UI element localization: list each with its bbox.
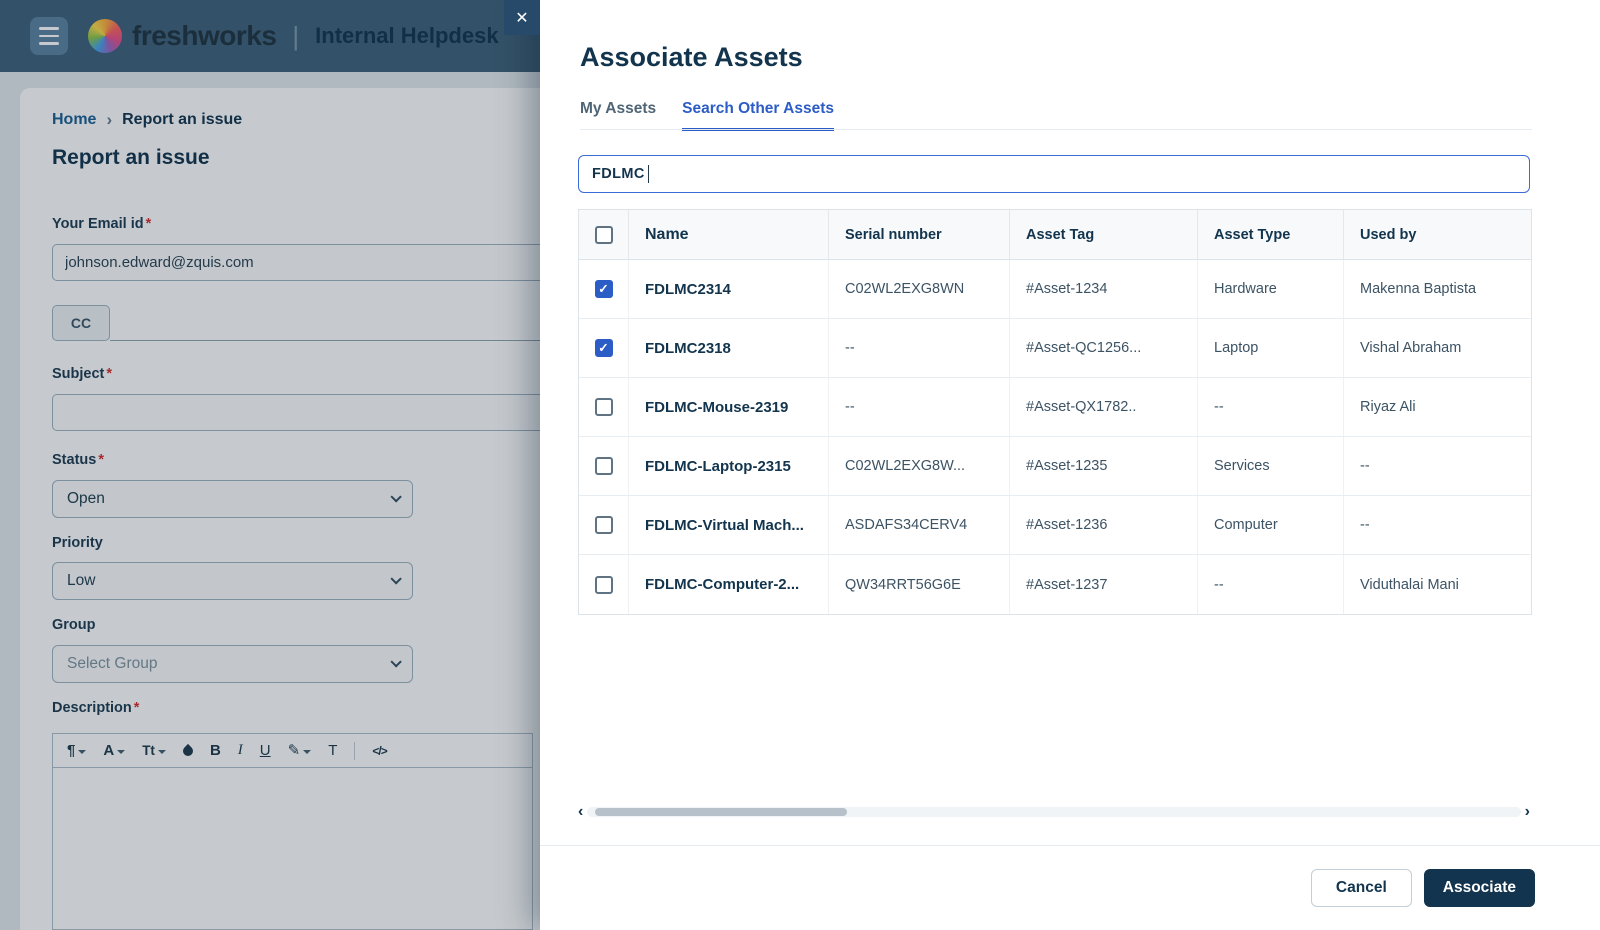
- asset-usedby-cell: Vishal Abraham: [1360, 340, 1462, 356]
- close-panel-button[interactable]: ✕: [504, 0, 540, 35]
- select-all-cell: ✓: [579, 210, 629, 259]
- asset-name-cell: FDLMC-Virtual Mach...: [629, 496, 829, 554]
- asset-serial-cell: ASDAFS34CERV4: [829, 496, 1010, 554]
- asset-name-cell: FDLMC2318: [629, 319, 829, 377]
- row-checkbox[interactable]: ✓: [594, 339, 613, 357]
- asset-usedby-cell: Makenna Baptista: [1360, 281, 1477, 297]
- check-icon: ✓: [598, 281, 609, 296]
- asset-name-cell: FDLMC-Computer-2...: [629, 555, 829, 614]
- table-row[interactable]: ✓ FDLMC-Mouse-2319 -- #Asset-QX1782.. --…: [579, 378, 1531, 437]
- asset-type-cell: Laptop: [1198, 319, 1344, 377]
- horizontal-scrollbar: ‹ ›: [578, 804, 1530, 820]
- table-row[interactable]: ✓ FDLMC2314 C02WL2EXG8WN #Asset-1234 Har…: [579, 260, 1531, 319]
- asset-type-cell: Hardware: [1198, 260, 1344, 318]
- row-checkbox-cell: ✓: [579, 260, 629, 318]
- row-checkbox-cell: ✓: [579, 555, 629, 614]
- row-checkbox-cell: ✓: [579, 319, 629, 377]
- tab-search-other-assets[interactable]: Search Other Assets: [682, 100, 835, 131]
- asset-serial-cell: --: [829, 319, 1010, 377]
- header-used-by[interactable]: Used by: [1344, 210, 1531, 259]
- row-checkbox-cell: ✓: [579, 378, 629, 436]
- scroll-left-icon[interactable]: ‹: [578, 804, 583, 820]
- row-checkbox[interactable]: ✓: [594, 280, 613, 298]
- scrollbar-track[interactable]: [587, 807, 1521, 817]
- search-value: FDLMC: [592, 166, 645, 182]
- tab-my-assets[interactable]: My Assets: [580, 100, 656, 131]
- asset-name-cell: FDLMC-Laptop-2315: [629, 437, 829, 495]
- asset-serial-cell: --: [829, 378, 1010, 436]
- asset-tag-cell: #Asset-1234: [1010, 260, 1198, 318]
- table-row[interactable]: ✓ FDLMC-Laptop-2315 C02WL2EXG8W... #Asse…: [579, 437, 1531, 496]
- header-asset-type[interactable]: Asset Type: [1198, 210, 1344, 259]
- row-checkbox[interactable]: ✓: [594, 575, 613, 594]
- asset-tag-cell: #Asset-1237: [1010, 555, 1198, 614]
- cancel-button[interactable]: Cancel: [1310, 869, 1412, 907]
- asset-usedby-cell: Viduthalai Mani: [1360, 576, 1459, 593]
- row-checkbox-cell: ✓: [579, 496, 629, 554]
- scroll-right-icon[interactable]: ›: [1525, 804, 1530, 820]
- scrollbar-thumb[interactable]: [595, 808, 848, 816]
- header-asset-tag[interactable]: Asset Tag: [1010, 210, 1198, 259]
- select-all-checkbox[interactable]: ✓: [594, 225, 613, 244]
- asset-type-cell: --: [1198, 378, 1344, 436]
- asset-serial-cell: C02WL2EXG8WN: [829, 260, 1010, 318]
- row-checkbox-cell: ✓: [579, 437, 629, 495]
- modal-backdrop[interactable]: [0, 0, 540, 930]
- table-row[interactable]: ✓ FDLMC-Computer-2... QW34RRT56G6E #Asse…: [579, 555, 1531, 614]
- assets-table: ✓ Name Serial number Asset Tag Asset Typ…: [578, 209, 1532, 615]
- table-row[interactable]: ✓ FDLMC2318 -- #Asset-QC1256... Laptop V…: [579, 319, 1531, 378]
- asset-type-cell: Computer: [1198, 496, 1344, 554]
- asset-usedby-cell: --: [1360, 517, 1370, 533]
- asset-tabs: My Assets Search Other Assets: [580, 100, 835, 131]
- panel-footer: Cancel Associate: [540, 845, 1600, 930]
- asset-type-cell: Services: [1198, 437, 1344, 495]
- asset-tag-cell: #Asset-QC1256...: [1010, 319, 1198, 377]
- header-name[interactable]: Name: [629, 210, 829, 259]
- screen: freshworks | Internal Helpdesk Home › Re…: [0, 0, 1600, 930]
- asset-search-input[interactable]: FDLMC: [578, 155, 1530, 193]
- row-checkbox[interactable]: ✓: [594, 516, 613, 534]
- asset-tag-cell: #Asset-QX1782..: [1010, 378, 1198, 436]
- asset-tag-cell: #Asset-1236: [1010, 496, 1198, 554]
- associate-assets-panel: Associate Assets My Assets Search Other …: [540, 0, 1600, 930]
- text-cursor: [647, 165, 650, 183]
- asset-tag-cell: #Asset-1235: [1010, 437, 1198, 495]
- close-icon: ✕: [515, 9, 529, 27]
- asset-name-cell: FDLMC-Mouse-2319: [629, 378, 829, 436]
- check-icon: ✓: [598, 340, 609, 355]
- table-header-row: ✓ Name Serial number Asset Tag Asset Typ…: [579, 210, 1531, 260]
- row-checkbox[interactable]: ✓: [594, 457, 613, 475]
- panel-title: Associate Assets: [580, 42, 803, 72]
- asset-type-cell: --: [1198, 555, 1344, 614]
- associate-button[interactable]: Associate: [1423, 869, 1535, 907]
- asset-usedby-cell: --: [1360, 458, 1370, 474]
- table-row[interactable]: ✓ FDLMC-Virtual Mach... ASDAFS34CERV4 #A…: [579, 496, 1531, 555]
- asset-usedby-cell: Riyaz Ali: [1360, 399, 1416, 415]
- row-checkbox[interactable]: ✓: [594, 398, 613, 416]
- asset-name-cell: FDLMC2314: [629, 260, 829, 318]
- asset-serial-cell: QW34RRT56G6E: [829, 555, 1010, 614]
- tabs-divider: [580, 129, 1532, 130]
- header-serial-number[interactable]: Serial number: [829, 210, 1010, 259]
- asset-serial-cell: C02WL2EXG8W...: [829, 437, 1010, 495]
